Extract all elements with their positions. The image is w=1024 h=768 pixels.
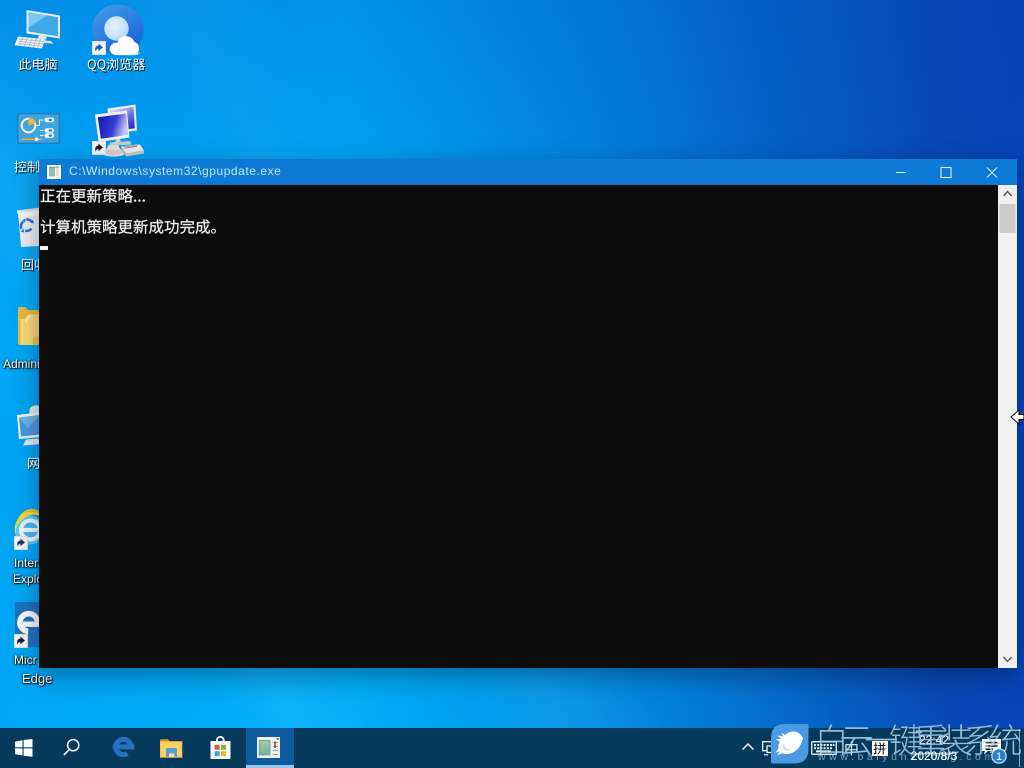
- svg-text:1: 1: [996, 751, 1002, 763]
